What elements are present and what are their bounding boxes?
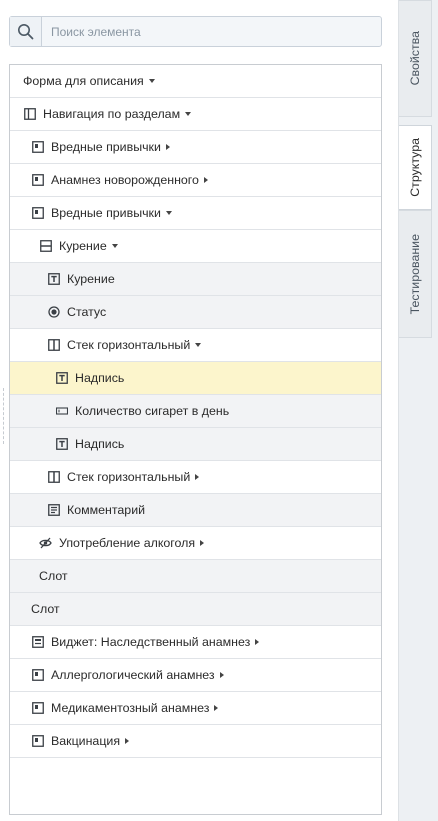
tree-node[interactable]: Курение bbox=[10, 263, 381, 296]
tree-node-label: Вредные привычки bbox=[51, 206, 161, 220]
caret-right-icon[interactable] bbox=[165, 144, 170, 150]
caret-right-icon[interactable] bbox=[125, 738, 130, 744]
tree-node[interactable]: Стек горизонтальный bbox=[10, 329, 381, 362]
tree-node-label: Навигация по разделам bbox=[43, 107, 181, 121]
caret-right-icon[interactable] bbox=[195, 474, 200, 480]
tab-structure-label: Структура bbox=[408, 138, 422, 197]
caret-down-icon[interactable] bbox=[148, 79, 155, 83]
radio-icon bbox=[47, 306, 60, 319]
section-icon bbox=[31, 702, 44, 715]
tree-node[interactable]: Употребление алкоголя bbox=[10, 527, 381, 560]
tree-node-label: Форма для описания bbox=[23, 74, 144, 88]
tab-testing[interactable]: Тестирование bbox=[399, 210, 432, 338]
search-icon bbox=[18, 24, 34, 40]
tab-properties-label: Свойства bbox=[408, 31, 422, 86]
text-label-icon bbox=[55, 372, 68, 385]
tree-node[interactable]: Надпись bbox=[10, 428, 381, 461]
tree-node-label: Количество сигарет в день bbox=[75, 404, 230, 418]
tree-node[interactable]: Комментарий bbox=[10, 494, 381, 527]
tree-node-label: Виджет: Наследственный анамнез bbox=[51, 635, 251, 649]
tree-node[interactable]: Вредные привычки bbox=[10, 131, 381, 164]
tree-node[interactable]: Слот bbox=[10, 593, 381, 626]
tree-node-label: Слот bbox=[39, 569, 68, 583]
caret-down-icon[interactable] bbox=[185, 112, 192, 116]
tree-node[interactable]: Курение bbox=[10, 230, 381, 263]
tree-node-label: Стек горизонтальный bbox=[67, 338, 191, 352]
tree-node[interactable]: Статус bbox=[10, 296, 381, 329]
tree-node-label: Комментарий bbox=[67, 503, 146, 517]
tree-node[interactable]: Стек горизонтальный bbox=[10, 461, 381, 494]
caret-down-icon[interactable] bbox=[195, 343, 202, 347]
section-icon bbox=[31, 207, 44, 220]
horizontal-stack-icon bbox=[47, 339, 60, 352]
search-box bbox=[9, 16, 382, 47]
section-icon bbox=[31, 174, 44, 187]
caret-right-icon[interactable] bbox=[200, 540, 205, 546]
caret-down-icon[interactable] bbox=[111, 244, 118, 248]
tab-properties[interactable]: Свойства bbox=[399, 0, 432, 117]
tree-node[interactable]: Виджет: Наследственный анамнез bbox=[10, 626, 381, 659]
tree-node-label: Курение bbox=[59, 239, 107, 253]
tab-structure[interactable]: Структура bbox=[399, 125, 432, 210]
section-icon bbox=[31, 141, 44, 154]
tree-node-label: Анамнез новорожденного bbox=[51, 173, 199, 187]
section-icon bbox=[31, 669, 44, 682]
tree-node[interactable]: Количество сигарет в день bbox=[10, 395, 381, 428]
tree-node-label: Аллергологический анамнез bbox=[51, 668, 215, 682]
widget-icon bbox=[31, 636, 44, 649]
tree-node-label: Вакцинация bbox=[51, 734, 121, 748]
caret-right-icon[interactable] bbox=[203, 177, 208, 183]
text-label-icon bbox=[55, 438, 68, 451]
tree-node[interactable]: Вакцинация bbox=[10, 725, 381, 758]
eye-hidden-icon bbox=[39, 537, 52, 550]
horizontal-stack-icon bbox=[47, 471, 60, 484]
tree-node[interactable]: Вредные привычки bbox=[10, 197, 381, 230]
tree-node-label: Статус bbox=[67, 305, 107, 319]
tab-testing-label: Тестирование bbox=[408, 233, 422, 315]
panel-layout-icon bbox=[23, 108, 36, 121]
tree-node-label: Надпись bbox=[75, 371, 125, 385]
tree-node[interactable]: Надпись bbox=[10, 362, 381, 395]
search-button[interactable] bbox=[10, 17, 42, 46]
vertical-stack-icon bbox=[39, 240, 52, 253]
structure-tree: Форма для описания Навигация по разделам В… bbox=[9, 64, 382, 815]
tree-node[interactable]: Аллергологический анамнез bbox=[10, 659, 381, 692]
tree-node[interactable]: Медикаментозный анамнез bbox=[10, 692, 381, 725]
tree-node-label: Вредные привычки bbox=[51, 140, 161, 154]
search-input[interactable] bbox=[42, 17, 381, 46]
tree-node-label: Слот bbox=[31, 602, 60, 616]
side-tab-rail bbox=[399, 0, 438, 821]
text-label-icon bbox=[47, 273, 60, 286]
tree-node-label: Курение bbox=[67, 272, 115, 286]
tree-node-label: Надпись bbox=[75, 437, 125, 451]
caret-down-icon[interactable] bbox=[165, 211, 172, 215]
input-field-icon bbox=[55, 405, 68, 418]
caret-right-icon[interactable] bbox=[214, 705, 219, 711]
tree-node[interactable]: Навигация по разделам bbox=[10, 98, 381, 131]
caret-right-icon[interactable] bbox=[255, 639, 260, 645]
tree-node[interactable]: Слот bbox=[10, 560, 381, 593]
caret-right-icon[interactable] bbox=[219, 672, 224, 678]
tree-node[interactable]: Форма для описания bbox=[10, 65, 381, 98]
tree-node[interactable]: Анамнез новорожденного bbox=[10, 164, 381, 197]
text-area-icon bbox=[47, 504, 60, 517]
tree-node-label: Медикаментозный анамнез bbox=[51, 701, 210, 715]
resize-handle[interactable] bbox=[3, 388, 4, 444]
tree-node-label: Употребление алкоголя bbox=[59, 536, 196, 550]
section-icon bbox=[31, 735, 44, 748]
tree-node-label: Стек горизонтальный bbox=[67, 470, 191, 484]
